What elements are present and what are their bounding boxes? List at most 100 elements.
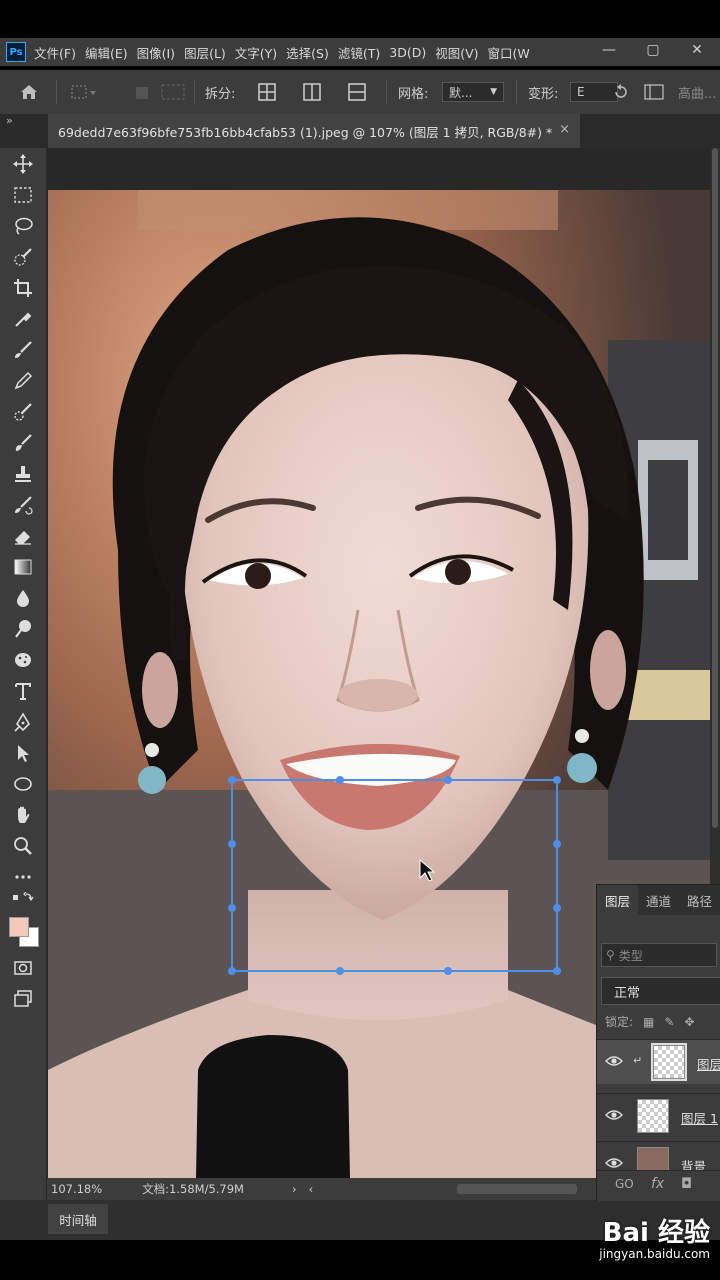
menu-edit[interactable]: 编辑(E) — [85, 43, 128, 62]
split-horizontal-icon[interactable] — [347, 70, 367, 114]
menu-select[interactable]: 选择(S) — [286, 43, 329, 62]
status-menu-arrow-icon[interactable]: › — [292, 1182, 297, 1196]
zoom-level[interactable]: 107.18% — [51, 1182, 102, 1196]
spot-healing-tool-icon[interactable] — [7, 398, 39, 426]
quick-mask-icon[interactable] — [7, 954, 39, 982]
swap-colors-icon[interactable] — [7, 890, 39, 908]
options-bar: 拆分: 网格: 默... ▼ 变形: E 高曲... — [0, 70, 720, 115]
trailing-option-label[interactable]: 高曲... — [678, 83, 716, 102]
horizontal-scroll-thumb[interactable] — [457, 1184, 577, 1194]
crop-tool-icon[interactable] — [7, 274, 39, 302]
transform-options-icon[interactable] — [132, 70, 192, 114]
reset-warp-icon[interactable] — [612, 70, 630, 114]
grid-label: 网格: — [398, 86, 429, 102]
quick-selection-tool-icon[interactable] — [7, 243, 39, 271]
path-selection-tool-icon[interactable] — [7, 739, 39, 767]
collapse-panels-icon[interactable]: » — [6, 114, 13, 127]
split-label: 拆分: — [205, 86, 236, 102]
layer-thumbnail — [651, 1043, 687, 1081]
layer-name[interactable]: 图层 1 — [681, 1108, 718, 1127]
layer-row[interactable]: 图层 1 — [597, 1093, 720, 1138]
color-swatches[interactable] — [7, 910, 39, 950]
fx-icon[interactable]: fx — [651, 1176, 664, 1192]
history-brush-tool-icon[interactable] — [7, 491, 39, 519]
visibility-eye-icon[interactable] — [605, 1156, 623, 1170]
marquee-options-icon[interactable] — [68, 70, 98, 114]
type-tool-icon[interactable] — [7, 677, 39, 705]
grid-select[interactable]: 默... ▼ — [442, 82, 504, 102]
photoshop-logo-icon[interactable]: Ps — [6, 42, 26, 62]
layers-panel: 图层 通道 路径 ⚲ 类型 正常 锁定: ▦ ✎ ✥ ↵ 图层 图层 1 背景 … — [596, 884, 720, 1201]
menu-type[interactable]: 文字(Y) — [235, 43, 277, 62]
gradient-tool-icon[interactable] — [7, 553, 39, 581]
visibility-eye-icon[interactable] — [605, 1108, 623, 1122]
menu-file[interactable]: 文件(F) — [34, 43, 76, 62]
document-size: 文档:1.58M/5.79M — [142, 1182, 244, 1196]
close-tab-icon[interactable]: × — [559, 122, 570, 137]
foreground-color-swatch[interactable] — [9, 917, 29, 937]
layer-filter-input[interactable]: ⚲ 类型 — [601, 943, 717, 967]
tab-layers[interactable]: 图层 — [597, 885, 639, 915]
lock-row: 锁定: ▦ ✎ ✥ — [605, 1013, 695, 1030]
lock-transparency-icon[interactable]: ▦ — [643, 1015, 654, 1029]
lock-label: 锁定: — [605, 1015, 634, 1029]
hand-tool-icon[interactable] — [7, 801, 39, 829]
layer-thumbnail — [637, 1099, 669, 1133]
screen-mode-icon[interactable] — [7, 985, 39, 1013]
menu-layer[interactable]: 图层(L) — [184, 43, 226, 62]
blur-tool-icon[interactable] — [7, 584, 39, 612]
more-tools-icon[interactable] — [7, 863, 39, 891]
watermark-logo: Bai 经验 — [602, 1218, 710, 1248]
color-replacement-tool-icon[interactable] — [7, 429, 39, 457]
sponge-tool-icon[interactable] — [7, 646, 39, 674]
menu-image[interactable]: 图像(I) — [137, 43, 175, 62]
marquee-tool-icon[interactable] — [7, 181, 39, 209]
visibility-eye-icon[interactable] — [605, 1054, 623, 1068]
status-bar: 107.18% 文档:1.58M/5.79M › ‹ — [47, 1178, 597, 1200]
chevron-down-icon: ▼ — [490, 87, 497, 97]
eyedropper-tool-icon[interactable] — [7, 305, 39, 333]
add-mask-icon[interactable]: ◘ — [681, 1176, 692, 1192]
split-cross-icon[interactable] — [257, 70, 277, 114]
warp-select[interactable]: E — [570, 82, 618, 102]
lock-pixels-icon[interactable]: ✎ — [664, 1015, 674, 1029]
dodge-tool-icon[interactable] — [7, 615, 39, 643]
menu-filter[interactable]: 滤镜(T) — [338, 43, 380, 62]
tab-paths[interactable]: 路径 — [679, 885, 720, 915]
link-layers-icon[interactable]: GO — [615, 1177, 634, 1191]
tools-panel — [0, 148, 47, 1200]
move-tool-icon[interactable] — [7, 150, 39, 178]
minimize-button[interactable]: — — [594, 38, 624, 62]
blend-mode-select[interactable]: 正常 — [601, 977, 720, 1005]
tab-timeline[interactable]: 时间轴 — [48, 1204, 108, 1234]
menu-bar: Ps 文件(F) 编辑(E) 图像(I) 图层(L) 文字(Y) 选择(S) 滤… — [0, 38, 720, 66]
ellipse-tool-icon[interactable] — [7, 770, 39, 798]
brush-tool-icon[interactable] — [7, 336, 39, 364]
document-tab-strip: » 69dedd7e63f96bfe753fb16bb4cfab53 (1).j… — [0, 114, 720, 148]
close-window-button[interactable]: ✕ — [682, 38, 712, 62]
lasso-tool-icon[interactable] — [7, 212, 39, 240]
scroll-thumb[interactable] — [712, 148, 718, 828]
split-vertical-icon[interactable] — [302, 70, 322, 114]
baidu-watermark: Bai 经验 jingyan.baidu.com — [599, 1212, 710, 1261]
layer-name[interactable]: 图层 — [697, 1054, 720, 1073]
warp-label: 变形: — [528, 86, 559, 102]
scroll-left-icon[interactable]: ‹ — [309, 1182, 314, 1196]
document-tab[interactable]: 69dedd7e63f96bfe753fb16bb4cfab53 (1).jpe… — [48, 114, 580, 148]
layer-row[interactable]: ↵ 图层 — [597, 1039, 720, 1084]
menu-view[interactable]: 视图(V) — [435, 43, 478, 62]
restore-button[interactable]: ▢ — [638, 38, 668, 62]
pen-tool-icon[interactable] — [7, 708, 39, 736]
clone-stamp-tool-icon[interactable] — [7, 460, 39, 488]
lock-position-icon[interactable]: ✥ — [684, 1015, 694, 1029]
document-tab-title: 69dedd7e63f96bfe753fb16bb4cfab53 (1).jpe… — [58, 124, 553, 140]
watermark-url: jingyan.baidu.com — [599, 1247, 710, 1261]
zoom-tool-icon[interactable] — [7, 832, 39, 860]
pencil-tool-icon[interactable] — [7, 367, 39, 395]
panel-toggle-icon[interactable] — [644, 70, 664, 114]
tab-channels[interactable]: 通道 — [638, 885, 679, 915]
menu-3d[interactable]: 3D(D) — [389, 45, 426, 60]
menu-window[interactable]: 窗口(W — [488, 43, 530, 62]
eraser-tool-icon[interactable] — [7, 522, 39, 550]
home-icon[interactable] — [18, 70, 40, 114]
